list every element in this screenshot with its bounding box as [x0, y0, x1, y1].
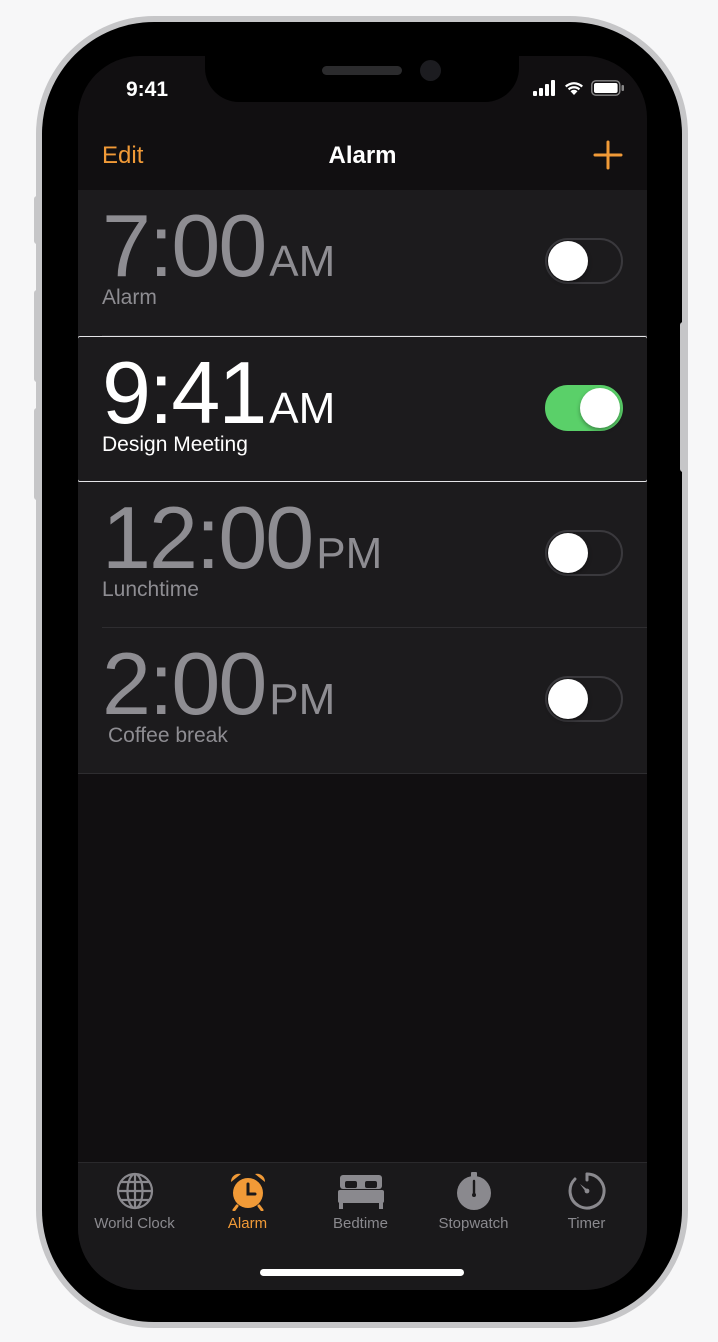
page-title: Alarm — [328, 142, 397, 169]
navigation-bar: Edit Alarm — [78, 136, 647, 188]
alarm-label: Alarm — [102, 286, 157, 309]
alarm-toggle[interactable] — [545, 385, 623, 431]
screen: 9:41 Edit Alarm 7:00AM Alarm 9:41AM Desi… — [78, 56, 647, 1290]
timer-icon — [568, 1172, 606, 1210]
alarm-clock-icon — [230, 1173, 265, 1211]
silent-switch — [34, 196, 42, 244]
power-button — [680, 322, 688, 472]
alarm-label: Design Meeting — [102, 433, 248, 456]
toggle-knob — [548, 679, 588, 719]
stopwatch-icon — [456, 1172, 491, 1210]
alarm-ampm: AM — [269, 237, 336, 286]
edit-button[interactable]: Edit — [102, 142, 143, 170]
volume-down-button — [34, 408, 42, 500]
bed-icon — [337, 1175, 384, 1209]
wifi-icon — [565, 82, 583, 95]
tab-world-clock[interactable]: World Clock — [78, 1171, 191, 1232]
alarm-toggle[interactable] — [545, 676, 623, 722]
row-divider — [78, 773, 647, 774]
toggle-knob — [580, 388, 620, 428]
alarm-label: Lunchtime — [102, 578, 199, 601]
tab-label: Stopwatch — [438, 1215, 509, 1232]
alarm-ampm: PM — [269, 675, 336, 724]
tab-label: Timer — [567, 1215, 606, 1232]
tab-timer[interactable]: Timer — [530, 1171, 643, 1232]
alarm-list: 7:00AM Alarm 9:41AM Design Meeting 12:00… — [78, 190, 647, 774]
volume-up-button — [34, 290, 42, 382]
alarm-ampm: PM — [316, 529, 383, 578]
signal-icon — [533, 80, 555, 96]
battery-icon — [591, 80, 624, 96]
globe-icon — [116, 1172, 153, 1210]
toggle-knob — [548, 241, 588, 281]
notch — [205, 56, 519, 102]
add-alarm-button[interactable] — [593, 138, 623, 172]
alarm-toggle[interactable] — [545, 238, 623, 284]
tab-alarm[interactable]: Alarm — [191, 1171, 304, 1232]
front-camera — [420, 60, 441, 81]
status-icons — [533, 80, 625, 96]
alarm-row[interactable]: 2:00PM Coffee break — [78, 628, 647, 774]
alarm-row-selected[interactable]: 9:41AM Design Meeting — [78, 336, 647, 482]
tab-bedtime[interactable]: Bedtime — [304, 1171, 417, 1232]
speaker-grille — [322, 66, 402, 75]
home-indicator[interactable] — [260, 1269, 464, 1276]
toggle-knob — [548, 533, 588, 573]
alarm-ampm: AM — [269, 384, 336, 433]
alarm-row[interactable]: 7:00AM Alarm — [78, 190, 647, 336]
tab-label: Alarm — [227, 1215, 268, 1232]
tab-stopwatch[interactable]: Stopwatch — [417, 1171, 530, 1232]
status-time: 9:41 — [126, 78, 169, 101]
alarm-label: Coffee break — [108, 724, 228, 747]
tab-label: World Clock — [94, 1215, 175, 1232]
alarm-toggle[interactable] — [545, 530, 623, 576]
alarm-row[interactable]: 12:00PM Lunchtime — [78, 482, 647, 628]
tab-label: Bedtime — [332, 1215, 389, 1232]
